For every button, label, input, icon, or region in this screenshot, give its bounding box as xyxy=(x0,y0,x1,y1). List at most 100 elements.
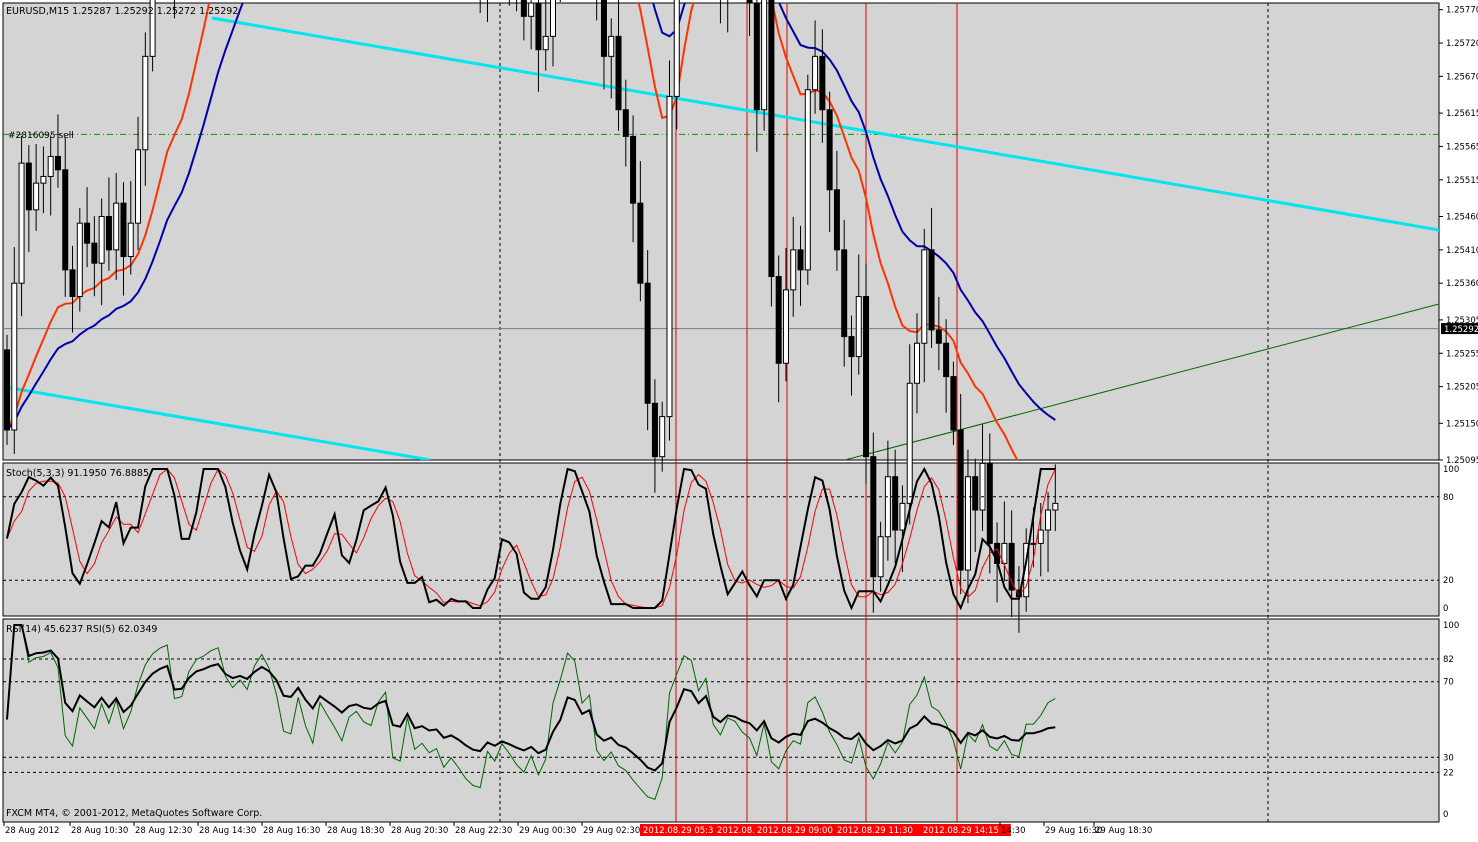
candle-body xyxy=(69,269,76,298)
mt4-chart-window[interactable]: 1.25770 1.25720 1.25670 1.25615 1.25565 1.255… xyxy=(0,0,1478,838)
candle-body xyxy=(622,109,629,137)
candle-body xyxy=(25,162,32,211)
candle-body xyxy=(1037,529,1044,544)
time-axis-label: 28 Aug 10:30 xyxy=(71,826,128,836)
order-level-label: #2816095 sell xyxy=(8,131,74,141)
candle xyxy=(863,263,870,484)
time-axis-label: 28 Aug 18:30 xyxy=(327,826,384,836)
candle-body xyxy=(943,342,950,378)
candle-body xyxy=(542,35,549,51)
time-axis-label: 2012.08.29 09:00 xyxy=(757,826,833,836)
candle-body xyxy=(790,249,797,291)
price-axis-label: 1.25565 xyxy=(1446,142,1478,152)
candle-body xyxy=(550,0,556,37)
candle-body xyxy=(520,0,527,17)
candle xyxy=(4,334,10,445)
candle-body xyxy=(76,222,83,298)
candle-body xyxy=(768,0,775,278)
candle-body xyxy=(615,35,622,111)
candle-body xyxy=(804,89,811,271)
candle-body xyxy=(782,289,789,364)
price-axis-label: 1.25770 xyxy=(1446,6,1478,16)
candle-body xyxy=(1045,509,1052,531)
candle xyxy=(666,60,673,441)
price-axis-label: 1.25515 xyxy=(1446,176,1478,186)
time-axis-label: 2012.08.29 11:30 xyxy=(837,826,913,836)
price-axis-label: 1.25360 xyxy=(1446,279,1478,289)
candle-body xyxy=(84,222,91,244)
candle-body xyxy=(928,249,935,331)
candle-body xyxy=(673,0,680,97)
candle-body xyxy=(135,149,142,224)
stochastic-pane[interactable] xyxy=(2,462,1440,617)
time-axis-label: 2012.08. xyxy=(717,826,755,836)
chart-canvas[interactable]: 1.25770 1.25720 1.25670 1.25615 1.25565 1.255… xyxy=(0,0,1478,838)
candle-body xyxy=(914,342,920,384)
price-axis-label: 1.25720 xyxy=(1446,39,1478,49)
candle-body xyxy=(972,476,979,511)
price-axis-label: 1.25205 xyxy=(1446,383,1478,393)
candle-body xyxy=(899,502,906,531)
candle-body xyxy=(40,175,47,184)
candle-body xyxy=(91,242,98,264)
candle-body xyxy=(753,2,760,111)
time-axis-label: 29 Aug 02:30 xyxy=(583,826,640,836)
time-axis-label: 28 Aug 20:30 xyxy=(391,826,448,836)
candle-body xyxy=(127,222,134,258)
price-axis-label: 1.25410 xyxy=(1446,246,1478,256)
time-axis-label: 28 Aug 16:30 xyxy=(263,826,320,836)
stoch-axis-label: 100 xyxy=(1443,465,1459,475)
candle-body xyxy=(892,476,899,531)
candle xyxy=(768,0,775,307)
candle-body xyxy=(11,282,18,431)
candle-body xyxy=(630,135,637,204)
candle-body xyxy=(863,296,870,458)
candle-body xyxy=(113,202,120,251)
candle-body xyxy=(120,202,127,258)
candle-body xyxy=(797,249,804,271)
candle-body xyxy=(964,476,971,571)
stoch-axis-label: 20 xyxy=(1443,576,1454,586)
bid-price-label: 1.25292 xyxy=(1444,325,1478,335)
price-axis-label: 1.25670 xyxy=(1446,72,1478,82)
candle-body xyxy=(651,402,658,458)
stoch-axis-label: 80 xyxy=(1443,493,1454,503)
candle-body xyxy=(935,329,942,344)
candle-body xyxy=(47,155,54,177)
bid-price-tag: 1.25292 xyxy=(1441,323,1478,335)
time-axis-label: 28 Aug 2012 xyxy=(5,826,59,836)
candle-body xyxy=(884,476,891,538)
price-axis-label: 1.25150 xyxy=(1446,419,1478,429)
stoch-axis-label: 0 xyxy=(1443,604,1448,614)
time-axis-label: 28 Aug 14:30 xyxy=(199,826,256,836)
candle-body xyxy=(870,456,877,578)
candle-body xyxy=(826,109,833,191)
candle xyxy=(804,74,811,285)
candle-body xyxy=(33,182,40,211)
candle-body xyxy=(775,276,782,364)
rsi-axis-label: 30 xyxy=(1443,753,1454,763)
candle-body xyxy=(528,2,535,17)
candle-body xyxy=(105,215,112,251)
candle-body xyxy=(535,2,542,51)
candle-body xyxy=(142,55,149,151)
copyright-text: FXCM MT4, © 2001-2012, MetaQuotes Softwa… xyxy=(6,808,262,819)
candle-body xyxy=(812,55,819,91)
candle-body xyxy=(833,189,840,251)
candle-body xyxy=(746,0,753,4)
candle-body xyxy=(921,249,928,344)
candle-body xyxy=(1052,502,1059,511)
time-axis-label: 2012.08.29 14:15 xyxy=(923,826,999,836)
chart-title: EURUSD,M15 1.25287 1.25292 1.25272 1.252… xyxy=(6,6,238,17)
candle-body xyxy=(18,162,25,284)
candle xyxy=(76,208,83,312)
price-axis-label: 1.25460 xyxy=(1446,212,1478,222)
candle-body xyxy=(761,0,768,111)
candle-body xyxy=(877,536,884,578)
rsi-axis-label: 22 xyxy=(1443,768,1454,778)
rsi-axis-label: 82 xyxy=(1443,655,1454,665)
candle-body xyxy=(906,382,913,504)
rsi-title: RSI(14) 45.6237 RSI(5) 62.0349 xyxy=(6,624,157,635)
candle-body xyxy=(855,296,862,358)
time-axis-label: 28 Aug 12:30 xyxy=(135,826,192,836)
